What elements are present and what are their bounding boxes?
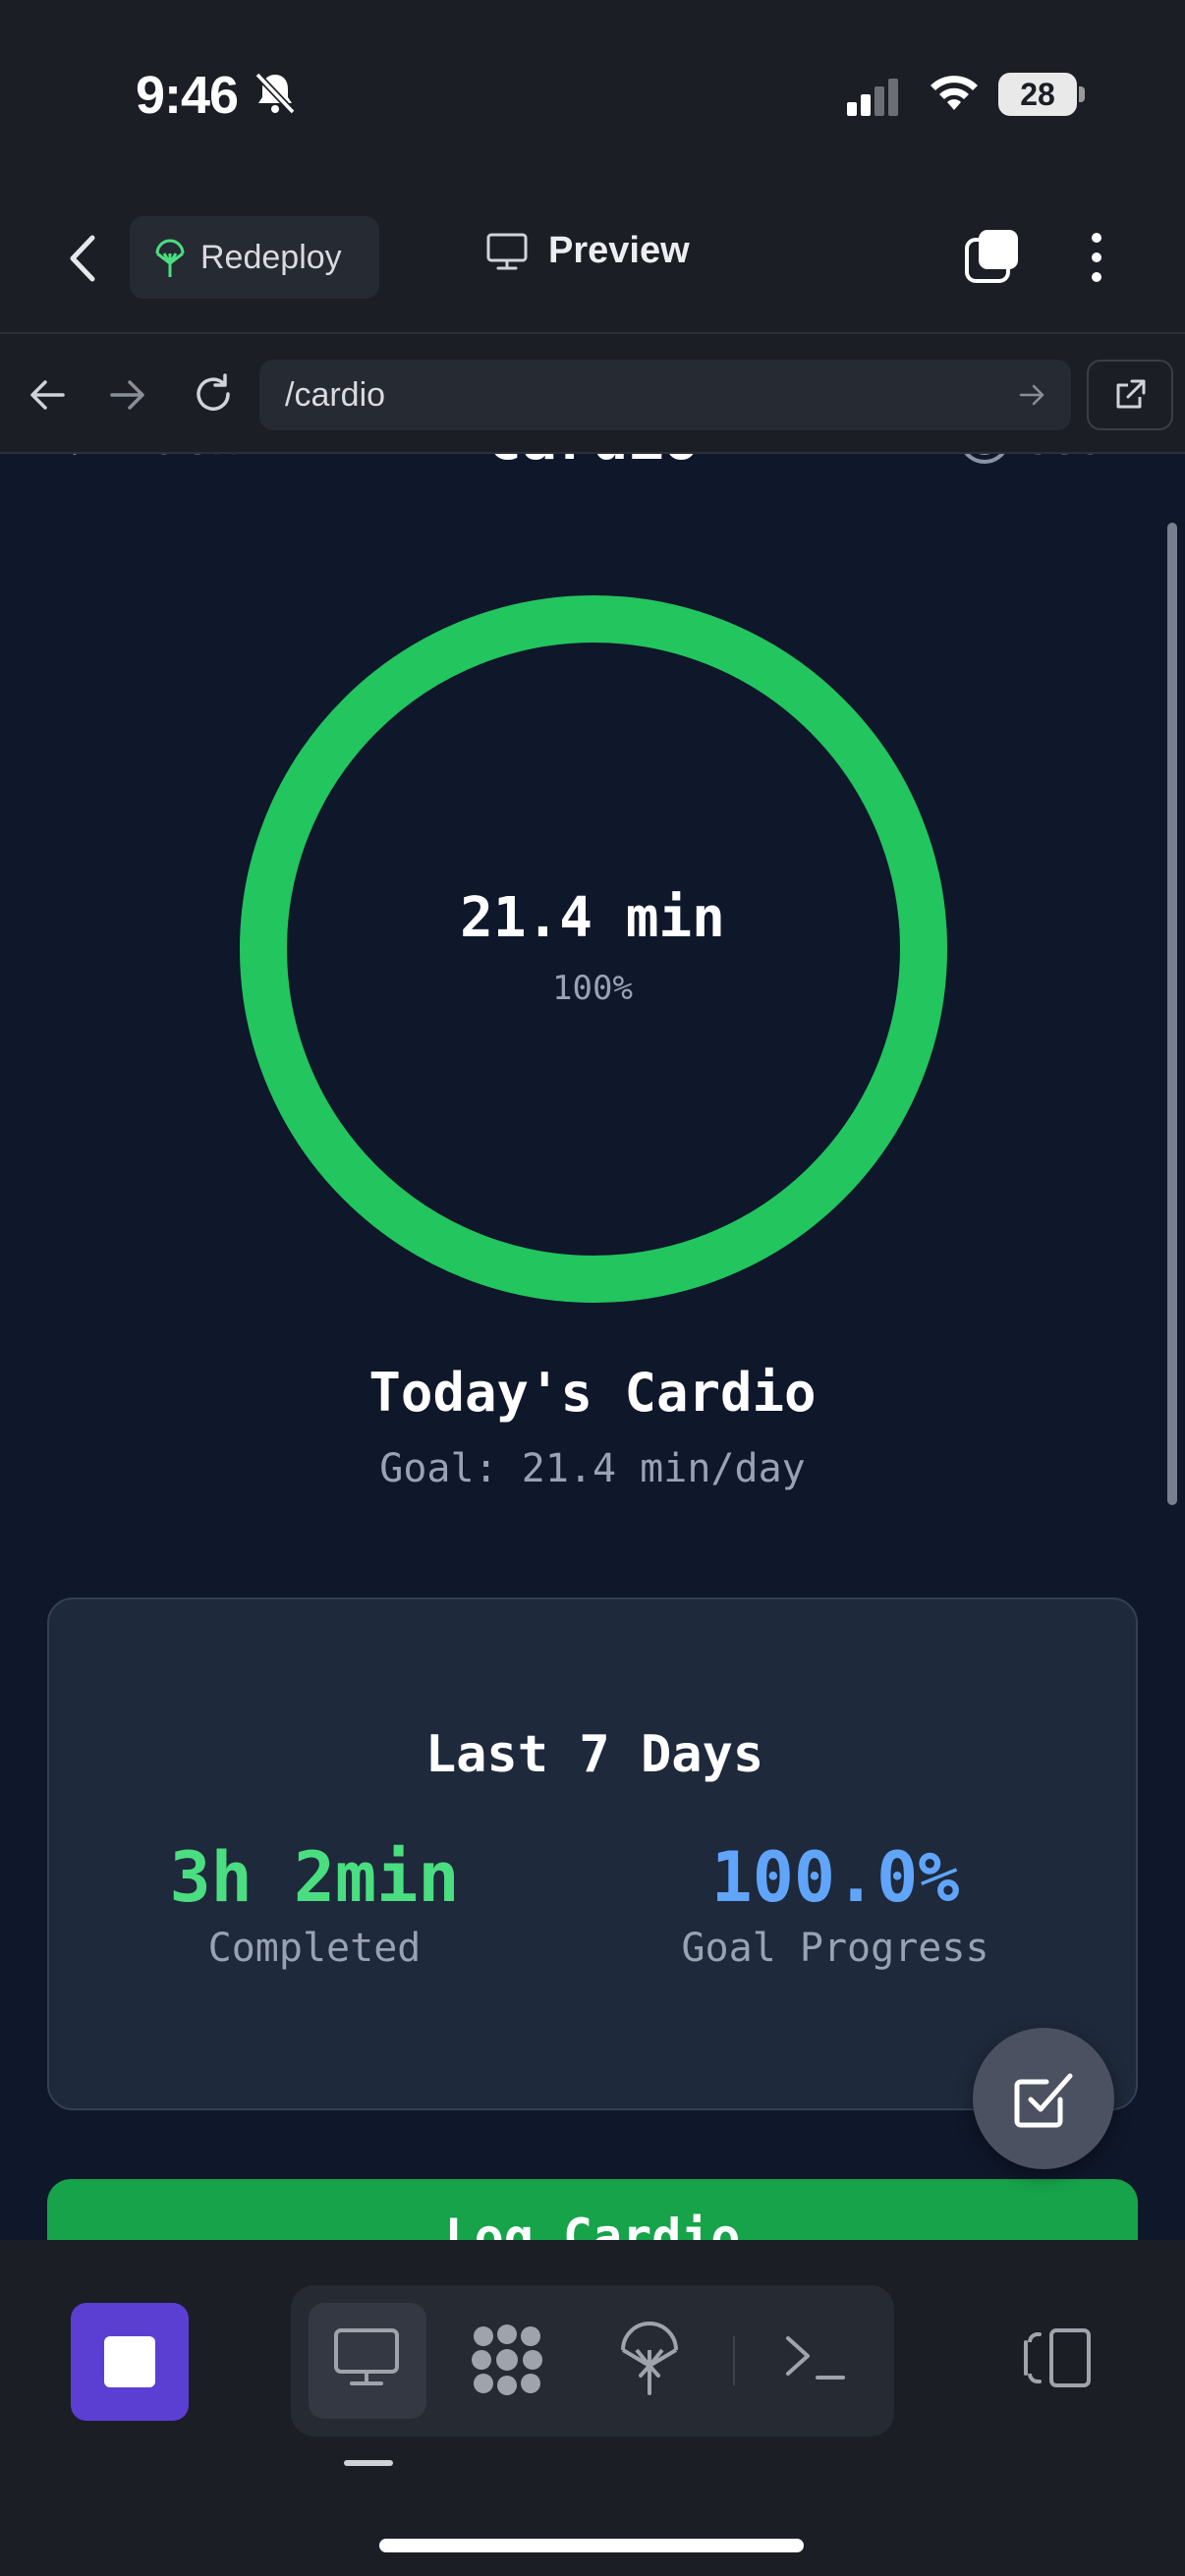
web-viewport: Back Cardio Goal 21.4 min 100% Today's C…: [0, 454, 1185, 2240]
browser-back-icon[interactable]: [28, 377, 67, 418]
completed-stat: 3h 2min Completed: [147, 1837, 481, 1971]
status-time: 9:46: [136, 66, 239, 125]
goal-button[interactable]: Goal: [957, 454, 1136, 466]
panel-toggle-icon[interactable]: [1018, 2326, 1093, 2394]
home-indicator[interactable]: [379, 2539, 804, 2552]
back-chevron-icon[interactable]: [65, 232, 100, 290]
external-link-icon: [1116, 379, 1146, 409]
summary-title: Last 7 Days: [424, 1725, 764, 1784]
log-cardio-button[interactable]: Log Cardio: [47, 2179, 1138, 2240]
preview-tab[interactable]: Preview: [485, 230, 690, 272]
goal-progress-value: 100.0%: [710, 1837, 960, 1918]
today-title: Today's Cardio: [368, 1362, 817, 1424]
goal-progress-stat: 100.0% Goal Progress: [639, 1837, 1032, 1971]
deploy-icon: [155, 239, 185, 277]
desktop-view-icon[interactable]: [332, 2326, 401, 2394]
browser-forward-icon[interactable]: [108, 377, 147, 418]
tabs-switcher-icon[interactable]: [963, 226, 1022, 290]
battery-indicator: 28: [998, 73, 1077, 116]
completed-value: 3h 2min: [169, 1837, 460, 1918]
wifi-icon: [928, 73, 981, 119]
redeploy-button[interactable]: Redeploy: [130, 216, 379, 299]
silent-bell-icon: [252, 69, 299, 121]
scrollbar[interactable]: [1167, 523, 1177, 1505]
deploy-tab-icon[interactable]: [617, 2321, 682, 2400]
stop-icon: [104, 2336, 155, 2387]
open-external-button[interactable]: [1087, 360, 1173, 430]
monitor-icon: [486, 233, 528, 269]
goal-label: Goal: [1022, 454, 1136, 466]
goal-progress-label: Goal Progress: [681, 1926, 989, 1971]
nodes-icon[interactable]: [468, 2323, 546, 2402]
battery-tip: [1079, 86, 1085, 102]
toolbar-divider: [733, 2336, 735, 2385]
url-text: /cardio: [285, 375, 386, 414]
cellular-signal-icon: [847, 77, 902, 121]
today-goal: Goal: 21.4 min/day: [379, 1446, 806, 1491]
active-tab-indicator: [344, 2460, 393, 2466]
preview-label: Preview: [548, 230, 690, 271]
checkbox-icon: [1014, 2073, 1073, 2128]
redeploy-label: Redeploy: [200, 238, 342, 276]
terminal-icon[interactable]: [782, 2330, 851, 2390]
stop-button[interactable]: [71, 2303, 189, 2421]
reload-icon[interactable]: [191, 371, 236, 421]
go-arrow-icon[interactable]: [1018, 381, 1047, 414]
target-icon: [964, 454, 1005, 464]
completed-label: Completed: [207, 1926, 422, 1971]
ring-percent: 100%: [552, 969, 633, 1008]
checklist-fab[interactable]: [973, 2028, 1114, 2169]
summary-card: Last 7 Days 3h 2min Completed 100.0% Goa…: [47, 1597, 1138, 2110]
page-header: Back Cardio Goal: [0, 454, 1185, 509]
ring-value: 21.4 min: [460, 886, 725, 950]
url-input[interactable]: /cardio: [259, 360, 1071, 430]
more-options-icon[interactable]: [1085, 230, 1108, 290]
